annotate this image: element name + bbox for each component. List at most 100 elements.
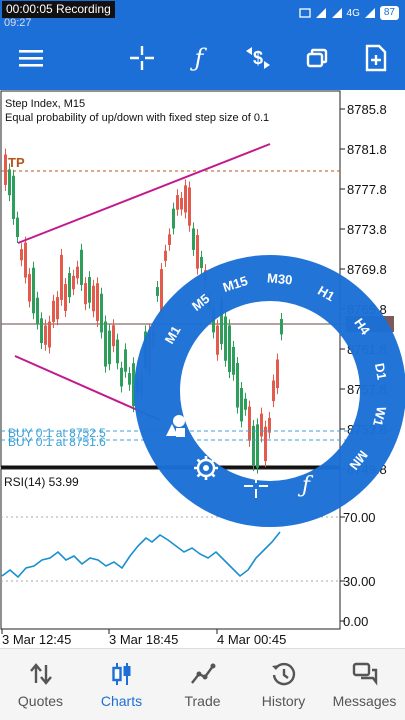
candle-body xyxy=(248,406,251,441)
candle-body xyxy=(192,228,195,250)
candle-body xyxy=(88,277,91,303)
candle-body xyxy=(64,284,67,311)
rsi-line xyxy=(1,531,281,579)
candle-body xyxy=(156,287,159,296)
nav-messages-label: Messages xyxy=(332,692,397,709)
candle-body xyxy=(264,426,267,462)
time-tick-label: 3 Mar 18:45 xyxy=(109,632,178,647)
candle-body xyxy=(280,318,283,335)
chart-symbol-title: Step Index, M15 xyxy=(5,98,85,110)
candle-body xyxy=(60,254,63,300)
candle-body xyxy=(244,398,247,410)
rsi-tick-label: 30.00 xyxy=(343,574,376,589)
status-bar: 00:00:05 Recording 09:27 4G 87 xyxy=(0,0,405,29)
candle-body xyxy=(180,197,183,210)
time-tick-label: 3 Mar 12:45 xyxy=(2,632,71,647)
price-tick-label: 8773.8 xyxy=(347,222,387,237)
candle-body xyxy=(228,325,231,373)
candle-body xyxy=(108,330,111,365)
windows-button[interactable] xyxy=(301,42,333,74)
nav-history[interactable]: History xyxy=(243,649,324,720)
nav-quotes[interactable]: Quotes xyxy=(0,649,81,720)
candle-body xyxy=(168,234,171,245)
candle-body xyxy=(268,417,271,433)
rsi-axis: 70.00 30.00 0.00 xyxy=(340,510,376,629)
candle-body xyxy=(124,349,127,372)
settings-button[interactable] xyxy=(194,456,218,480)
chart-description: Equal probability of up/down with fixed … xyxy=(5,112,269,124)
candle-body xyxy=(84,283,87,305)
candle-body xyxy=(24,242,27,278)
network-label: 4G xyxy=(346,7,360,19)
candle-body xyxy=(28,274,31,302)
crosshair-button[interactable] xyxy=(126,42,158,74)
candle-body xyxy=(112,325,115,347)
history-clock-icon xyxy=(271,662,295,685)
trade-button[interactable]: $ xyxy=(242,42,274,74)
candles-icon xyxy=(111,662,130,685)
rsi-label: RSI(14) 53.99 xyxy=(4,475,79,489)
rsi-tick-label: 0.00 xyxy=(343,614,368,629)
candle-body xyxy=(12,175,15,219)
nav-charts-label: Charts xyxy=(100,692,143,709)
candle-body xyxy=(116,339,119,364)
candle-body xyxy=(20,249,23,261)
candle-body xyxy=(44,325,47,345)
take-profit-label: TP xyxy=(8,155,25,170)
timeframe-d1[interactable]: D1 xyxy=(372,362,390,381)
candle-body xyxy=(56,297,59,320)
cast-icon xyxy=(298,8,311,18)
chart-toolbar: ƒ $ xyxy=(0,26,405,90)
candle-body xyxy=(272,380,275,402)
signal-icon xyxy=(315,8,326,18)
candle-body xyxy=(48,321,51,348)
candle-body xyxy=(128,373,131,385)
price-chart[interactable]: 8785.88781.88777.88773.88769.88765.88761… xyxy=(0,90,405,648)
crosshair-icon xyxy=(130,46,154,70)
messages-icon xyxy=(352,662,377,686)
candle-body xyxy=(260,413,263,437)
rsi-tick-label: 70.00 xyxy=(343,510,376,525)
upper-trendline[interactable] xyxy=(17,143,271,244)
candle-body xyxy=(96,283,99,321)
candle-body xyxy=(16,217,19,238)
candle-body xyxy=(68,273,71,298)
candle-body xyxy=(188,187,191,226)
candle-body xyxy=(240,387,243,422)
candle-body xyxy=(32,267,35,314)
candle-body xyxy=(200,256,203,268)
recording-label: 00:00:05 Recording xyxy=(2,1,115,18)
candle-body xyxy=(184,185,187,213)
candle-body xyxy=(172,208,175,229)
candle-body xyxy=(76,266,79,279)
nav-trade-label: Trade xyxy=(184,692,221,709)
signal-icon xyxy=(331,8,342,18)
menu-icon xyxy=(19,50,43,67)
price-tick-label: 8781.8 xyxy=(347,142,387,157)
nav-history-label: History xyxy=(261,692,306,709)
svg-text:$: $ xyxy=(253,48,263,68)
candle-body xyxy=(8,169,11,196)
windows-icon xyxy=(306,48,328,68)
menu-button[interactable] xyxy=(15,42,47,74)
candle-body xyxy=(196,235,199,269)
candle-body xyxy=(160,269,163,311)
nav-charts[interactable]: Charts xyxy=(81,649,162,720)
function-icon: ƒ xyxy=(194,44,204,72)
chart-area[interactable]: 8785.8 8781.8 8777.8 8773.8 8769.8 8765.8 8761… xyxy=(0,90,405,648)
candle-body xyxy=(72,275,75,290)
candle-body xyxy=(36,297,39,324)
price-tick-label: 8769.8 xyxy=(347,262,387,277)
candle-body xyxy=(236,362,239,408)
price-tick-label: 8777.8 xyxy=(347,182,387,197)
nav-messages[interactable]: Messages xyxy=(324,649,405,720)
signal-icon xyxy=(364,8,375,18)
dollar-swap-icon: $ xyxy=(246,47,270,69)
nav-trade[interactable]: Trade xyxy=(162,649,243,720)
price-tick-label: 8785.8 xyxy=(347,102,387,117)
indicators-button[interactable]: ƒ xyxy=(183,42,215,74)
candle-body xyxy=(80,249,83,285)
candle-body xyxy=(104,321,107,367)
new-order-button[interactable] xyxy=(360,42,392,74)
timeframe-m30[interactable]: M30 xyxy=(267,270,294,287)
